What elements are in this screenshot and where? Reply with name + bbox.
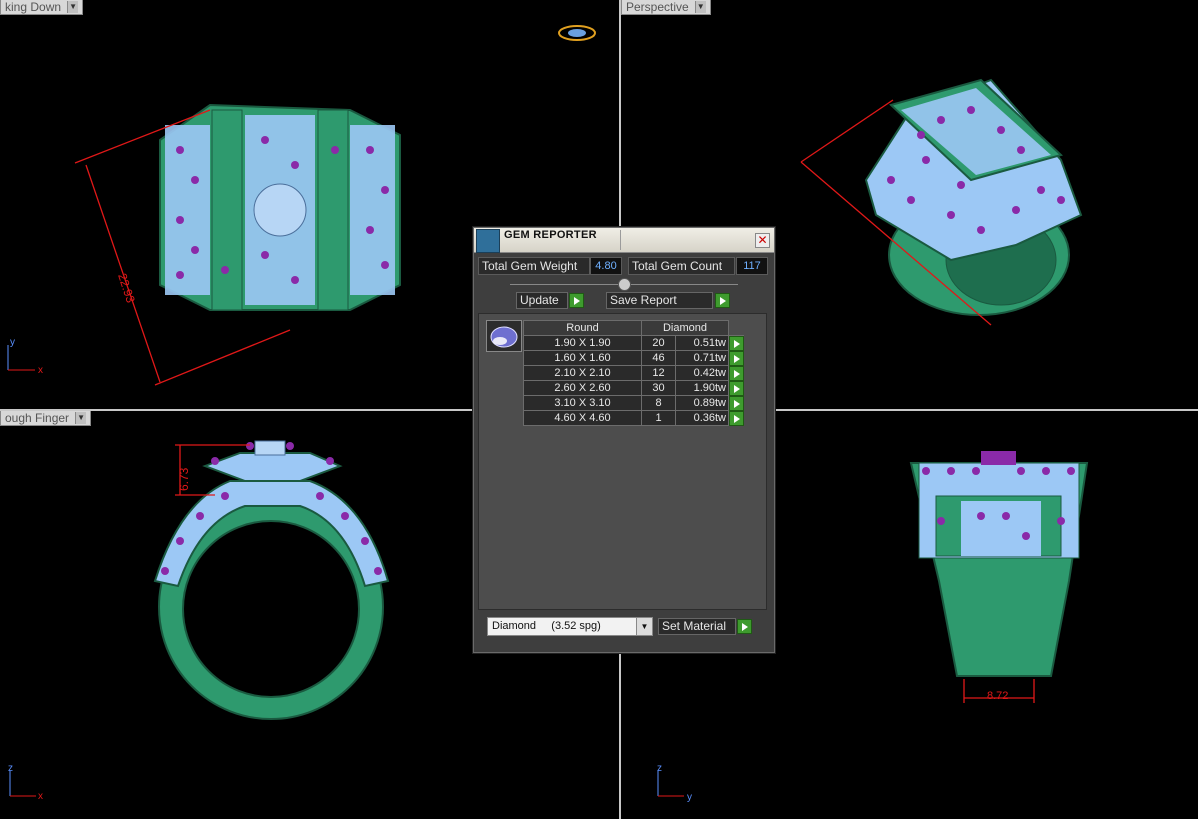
gem-size: 2.60 X 2.60 xyxy=(523,380,642,396)
axis-x-label: x xyxy=(38,791,43,802)
save-report-play-icon[interactable] xyxy=(715,293,730,308)
set-material-button[interactable]: Set Material xyxy=(658,618,736,635)
gem-reporter-dialog: GEM REPORTER ✕ Total Gem Weight 4.80 Tot… xyxy=(473,227,775,653)
save-report-button[interactable]: Save Report xyxy=(606,292,713,309)
gem-weight: 0.36tw xyxy=(675,410,729,426)
gem-reporter-icon xyxy=(476,229,500,253)
gem-table: Round Diamond 1.90 X 1.90 20 0.51tw 1.60… xyxy=(523,320,744,426)
set-material-play-icon[interactable] xyxy=(737,619,752,634)
titlebar-divider xyxy=(620,230,621,250)
total-count-value: 117 xyxy=(736,257,768,275)
table-row[interactable]: 2.10 X 2.10 12 0.42tw xyxy=(523,365,744,381)
axis-z-label: z xyxy=(8,763,13,774)
column-header-shape: Round xyxy=(523,320,642,336)
total-weight-label: Total Gem Weight xyxy=(478,257,590,275)
column-header-material: Diamond xyxy=(641,320,729,336)
table-row[interactable]: 2.60 X 2.60 30 1.90tw xyxy=(523,380,744,396)
table-row[interactable]: 1.60 X 1.60 46 0.71tw xyxy=(523,350,744,366)
axis-y-label: y xyxy=(687,792,692,803)
row-play-icon[interactable] xyxy=(729,381,744,396)
axis-y-label: y xyxy=(10,337,15,348)
gem-size: 4.60 X 4.60 xyxy=(523,410,642,426)
table-row[interactable]: 1.90 X 1.90 20 0.51tw xyxy=(523,335,744,351)
table-row[interactable]: 4.60 X 4.60 1 0.36tw xyxy=(523,410,744,426)
dimension-label-side: 6.73 xyxy=(177,467,191,491)
material-select[interactable]: Diamond (3.52 spg) ▼ xyxy=(487,617,653,636)
update-button[interactable]: Update xyxy=(516,292,568,309)
gem-weight: 1.90tw xyxy=(675,380,729,396)
gem-weight: 0.71tw xyxy=(675,350,729,366)
gem-weight: 0.51tw xyxy=(675,335,729,351)
gem-count: 20 xyxy=(641,335,676,351)
row-play-icon[interactable] xyxy=(729,336,744,351)
gem-weight: 0.89tw xyxy=(675,395,729,411)
dimension-label-front: 8.72 xyxy=(987,690,1008,702)
table-header-row: Round Diamond xyxy=(523,320,744,336)
update-play-icon[interactable] xyxy=(569,293,584,308)
material-select-value: Diamond (3.52 spg) xyxy=(492,620,601,632)
row-play-icon[interactable] xyxy=(729,396,744,411)
gem-shape-icon[interactable] xyxy=(486,320,522,352)
total-count-label: Total Gem Count xyxy=(628,257,735,275)
gem-list-panel: Round Diamond 1.90 X 1.90 20 0.51tw 1.60… xyxy=(478,313,767,610)
close-button[interactable]: ✕ xyxy=(755,233,770,248)
dialog-titlebar[interactable]: GEM REPORTER ✕ xyxy=(474,228,774,253)
axis-z-label: z xyxy=(657,763,662,774)
gem-weight: 0.42tw xyxy=(675,365,729,381)
dimension-label-top: 22.93 xyxy=(115,272,138,305)
axis-x-label: x xyxy=(38,365,43,376)
chevron-down-icon[interactable]: ▼ xyxy=(636,618,652,635)
gem-size: 3.10 X 3.10 xyxy=(523,395,642,411)
gem-count: 12 xyxy=(641,365,676,381)
table-row[interactable]: 3.10 X 3.10 8 0.89tw xyxy=(523,395,744,411)
gem-count: 8 xyxy=(641,395,676,411)
gem-size: 2.10 X 2.10 xyxy=(523,365,642,381)
total-weight-value: 4.80 xyxy=(590,257,622,275)
gem-count: 1 xyxy=(641,410,676,426)
row-play-icon[interactable] xyxy=(729,351,744,366)
gem-count: 46 xyxy=(641,350,676,366)
row-play-icon[interactable] xyxy=(729,411,744,426)
dialog-title: GEM REPORTER xyxy=(504,229,597,241)
gem-count: 30 xyxy=(641,380,676,396)
gem-size: 1.60 X 1.60 xyxy=(523,350,642,366)
gem-size: 1.90 X 1.90 xyxy=(523,335,642,351)
slider-handle[interactable] xyxy=(618,278,631,291)
row-play-icon[interactable] xyxy=(729,366,744,381)
